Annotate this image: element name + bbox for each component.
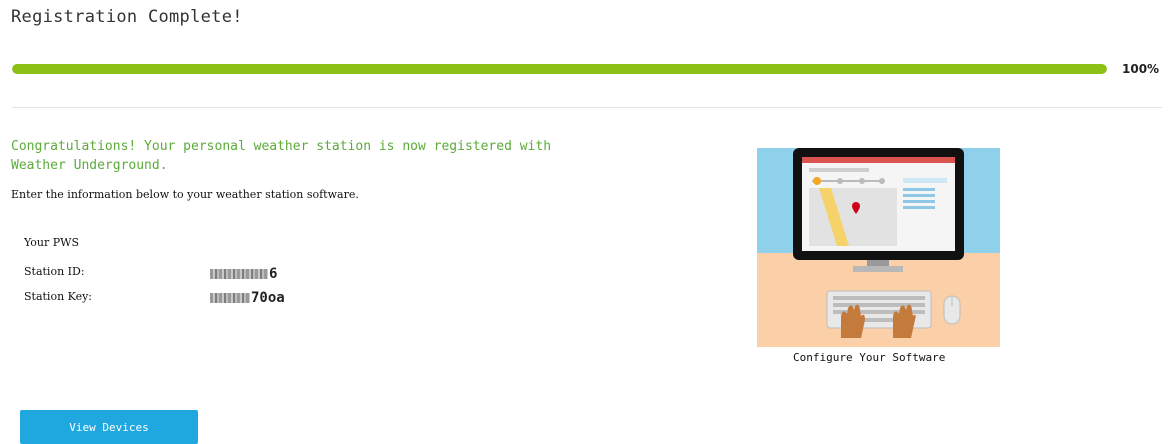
congratulations-message: Congratulations! Your personal weather s…: [11, 139, 552, 173]
sidebar-line: [903, 200, 935, 203]
pws-heading: Your PWS: [24, 236, 80, 249]
monitor-base: [853, 266, 903, 272]
redacted-block: [210, 293, 250, 303]
station-id-suffix: 6: [269, 266, 278, 282]
timeline-dot: [837, 178, 843, 184]
timeline-dot: [859, 178, 865, 184]
station-key-label: Station Key:: [24, 290, 93, 303]
sidebar-line: [903, 206, 935, 209]
progress-percent: 100%: [1122, 62, 1160, 76]
screen-line: [809, 168, 869, 172]
station-key-suffix: 70oa: [251, 290, 285, 306]
view-devices-button[interactable]: View Devices: [20, 410, 198, 444]
timeline-dot: [813, 177, 821, 185]
timeline-dot: [879, 178, 885, 184]
redacted-block: [210, 269, 268, 279]
registration-progress-bar: [12, 64, 1107, 74]
instruction-text: Enter the information below to your weat…: [11, 188, 359, 201]
divider: [12, 107, 1162, 108]
station-key-value: 70oa: [210, 290, 285, 306]
computer-setup-illustration: [757, 148, 1000, 347]
illustration-caption: Configure Your Software: [793, 351, 946, 364]
progress-fill: [12, 64, 1107, 74]
sidebar-block: [903, 178, 947, 183]
station-id-value: 6: [210, 266, 277, 282]
station-id-label: Station ID:: [24, 265, 85, 278]
screen-top-bar: [802, 157, 955, 163]
sidebar-line: [903, 194, 935, 197]
sidebar-line: [903, 188, 935, 191]
page-title: Registration Complete!: [11, 7, 243, 27]
